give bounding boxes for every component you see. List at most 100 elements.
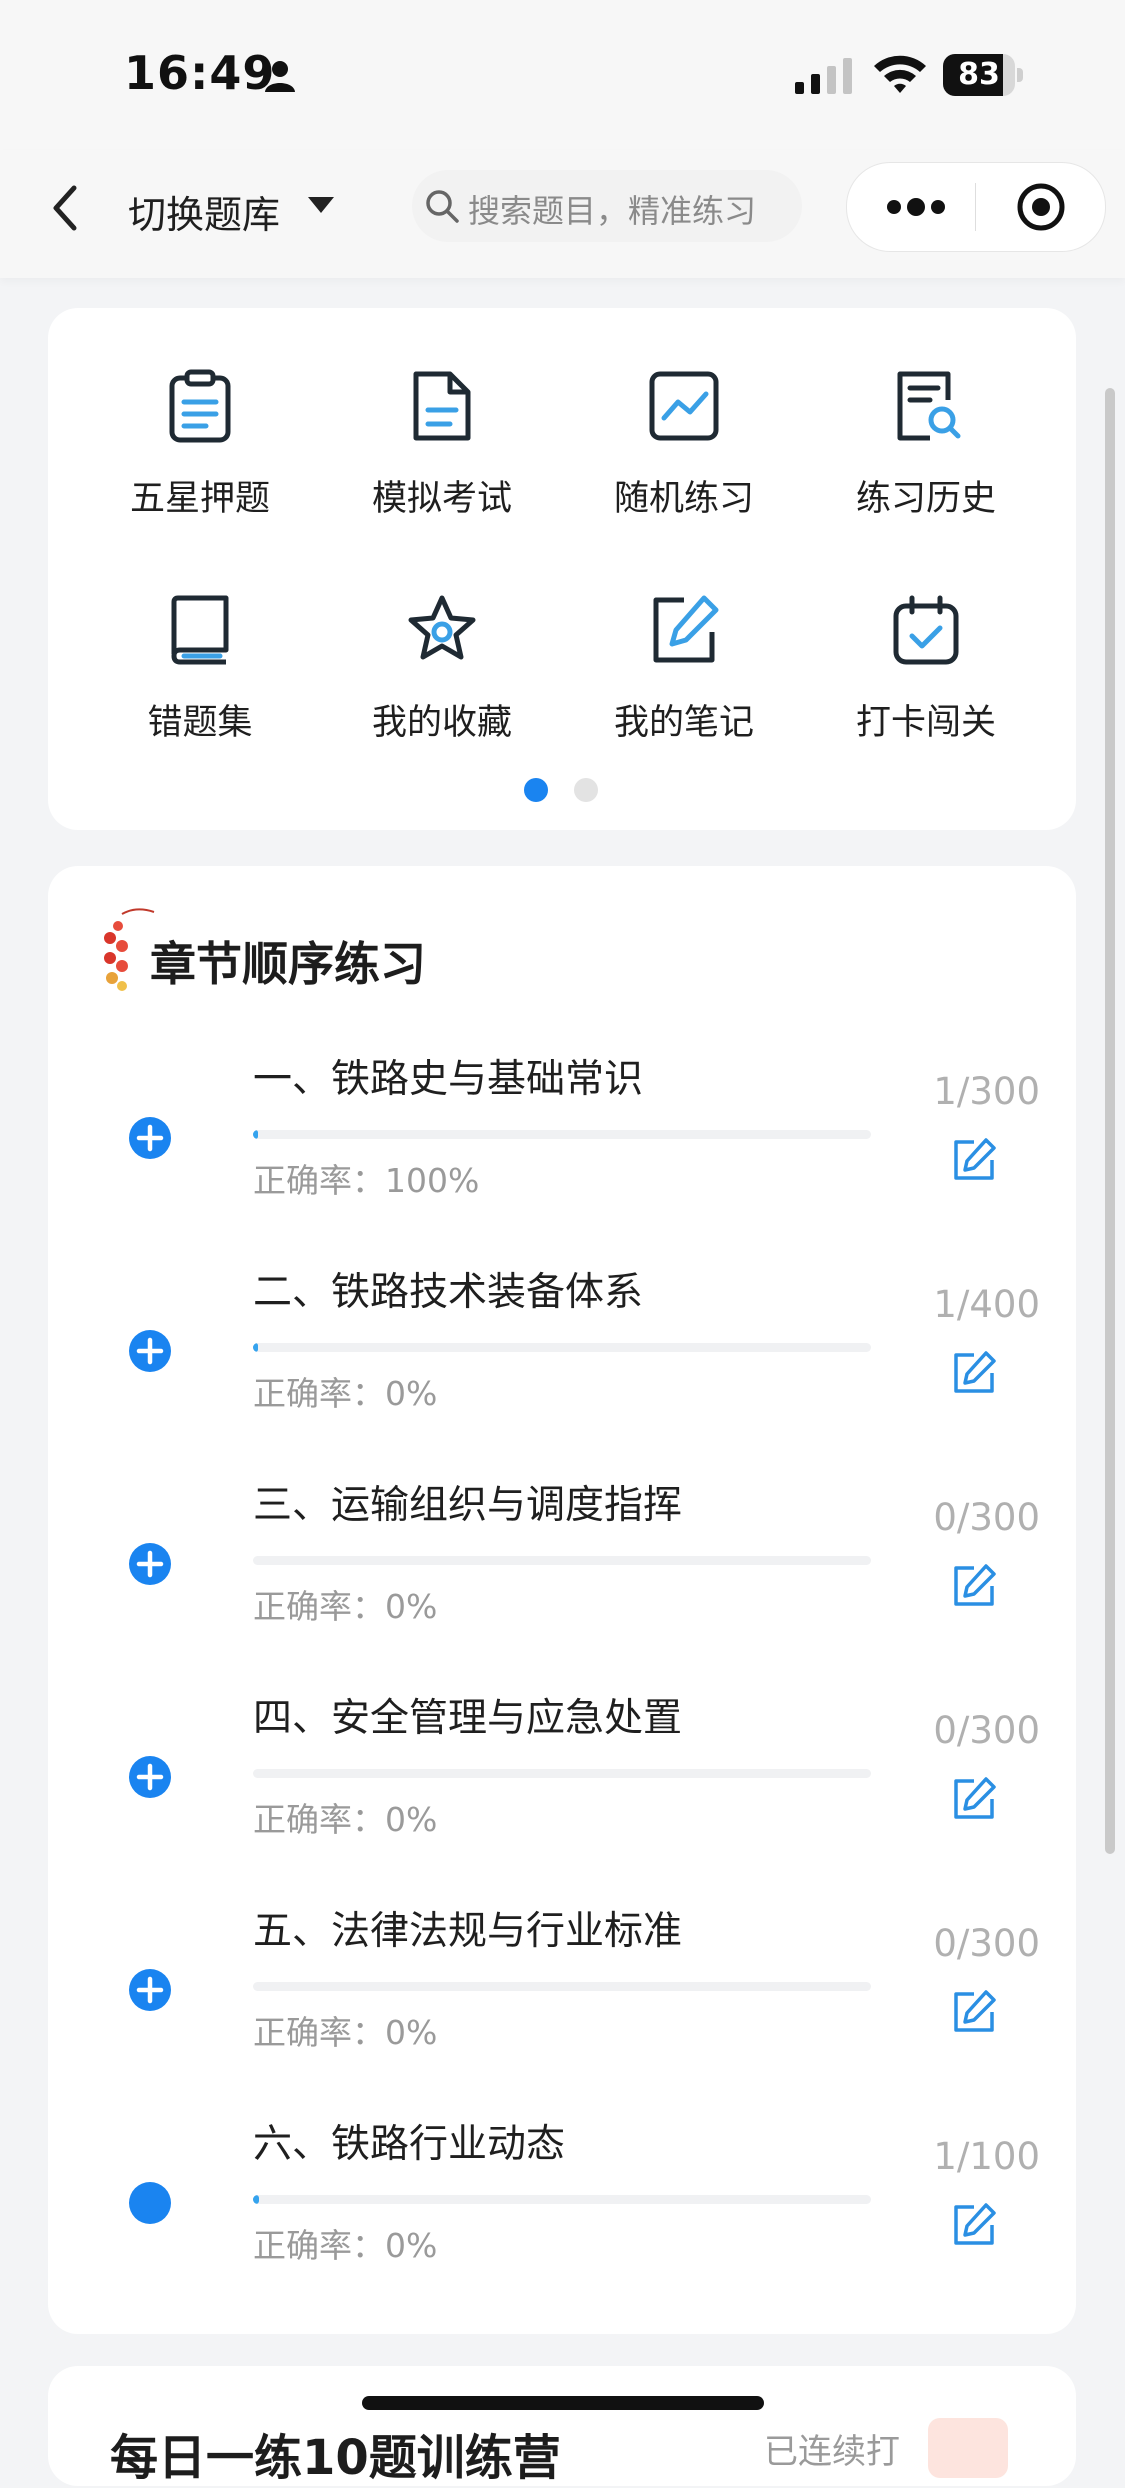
chapter-title: 五、法律法规与行业标准	[253, 1909, 683, 1954]
chapter-progress-bar	[253, 2195, 871, 2204]
signal-icon	[795, 58, 852, 94]
edit-icon[interactable]	[950, 1136, 998, 1184]
daily-practice-card[interactable]: 每日一练10题训练营 已连续打	[48, 2366, 1076, 2486]
chapter-row[interactable]: 五、法律法规与行业标准 正确率：0% 0/300	[48, 1898, 1076, 2098]
chapter-row[interactable]: 六、铁路行业动态 正确率：0% 1/100	[48, 2111, 1076, 2311]
chapter-title: 六、铁路行业动态	[253, 2122, 566, 2167]
chapter-title: 一、铁路史与基础常识	[253, 1057, 644, 1102]
dot-circle-icon[interactable]	[128, 2181, 172, 2225]
streak-badge	[928, 2418, 1008, 2478]
plus-circle-icon[interactable]	[128, 1755, 172, 1799]
close-miniprogram-icon[interactable]	[1015, 181, 1067, 233]
search-placeholder: 搜索题目，精准练习	[468, 192, 757, 230]
accuracy-label: 正确率：	[253, 2226, 385, 2265]
chevron-down-icon[interactable]	[306, 194, 336, 216]
edit-icon[interactable]	[950, 1988, 998, 2036]
chapter-count: 0/300	[933, 1922, 1040, 1965]
plus-circle-icon[interactable]	[128, 1968, 172, 2012]
accuracy-value: 0%	[385, 1800, 438, 1839]
tool-notes[interactable]: 我的笔记	[574, 590, 794, 770]
clipboard-icon	[169, 369, 231, 443]
page-dot[interactable]	[574, 778, 598, 802]
chapter-progress-bar	[253, 1556, 871, 1565]
tool-checkin[interactable]: 打卡闯关	[816, 590, 1036, 770]
status-time: 16:49	[124, 46, 276, 100]
page-dot-active[interactable]	[524, 778, 548, 802]
tool-label: 模拟考试	[371, 479, 512, 519]
tool-label: 我的收藏	[371, 703, 512, 743]
chapter-title: 四、安全管理与应急处置	[253, 1696, 683, 1741]
chapter-title: 三、运输组织与调度指挥	[253, 1483, 683, 1528]
scrollbar[interactable]	[1105, 388, 1115, 1854]
history-search-icon	[897, 371, 961, 441]
chapter-progress-bar	[253, 1982, 871, 1991]
switch-bank-button[interactable]: 切换题库	[128, 184, 280, 239]
accuracy-label: 正确率：	[253, 2013, 385, 2052]
star-icon	[408, 595, 476, 660]
daily-streak-label: 已连续打	[764, 2432, 900, 2472]
battery-level: 83	[958, 57, 1000, 92]
search-icon	[426, 190, 459, 223]
chapter-accuracy: 正确率：0%	[253, 1367, 437, 1415]
tool-random-practice[interactable]: 随机练习	[574, 366, 794, 546]
edit-icon[interactable]	[950, 1775, 998, 1823]
tool-mock-exam[interactable]: 模拟考试	[332, 366, 552, 546]
search-input[interactable]: 搜索题目，精准练习	[412, 170, 802, 242]
person-icon	[265, 61, 295, 92]
chapter-row[interactable]: 三、运输组织与调度指挥 正确率：0% 0/300	[48, 1472, 1076, 1672]
page-indicator	[524, 778, 614, 804]
chapter-progress-bar	[253, 1769, 871, 1778]
chapter-progress-bar	[253, 1343, 871, 1352]
document-icon	[413, 371, 471, 441]
edit-icon[interactable]	[950, 1349, 998, 1397]
daily-practice-title: 每日一练10题训练营	[110, 2430, 561, 2486]
chapter-progress-bar	[253, 1130, 871, 1139]
tool-favorites[interactable]: 我的收藏	[332, 590, 552, 770]
back-icon[interactable]	[46, 180, 86, 236]
accuracy-value: 0%	[385, 2226, 438, 2265]
accuracy-value: 0%	[385, 2013, 438, 2052]
tool-grid-card: 五星押题 模拟考试 随机练习 练习历史 错题集 我的收藏 我的笔记 打卡闯关	[48, 308, 1076, 830]
tool-five-star[interactable]: 五星押题	[90, 366, 310, 546]
chapter-accuracy: 正确率：0%	[253, 2006, 437, 2054]
chapter-row[interactable]: 二、铁路技术装备体系 正确率：0% 1/400	[48, 1259, 1076, 1459]
more-icon[interactable]	[885, 189, 947, 225]
wifi-icon	[874, 55, 926, 93]
firecracker-icon	[104, 908, 155, 991]
plus-circle-icon[interactable]	[128, 1542, 172, 1586]
status-bar: 16:49 83	[0, 0, 1125, 150]
edit-icon[interactable]	[950, 2201, 998, 2249]
tool-label: 错题集	[147, 703, 253, 743]
book-icon	[171, 595, 229, 665]
tool-wrong-questions[interactable]: 错题集	[90, 590, 310, 770]
home-indicator[interactable]	[362, 2396, 764, 2410]
accuracy-value: 0%	[385, 1374, 438, 1413]
chapter-title: 二、铁路技术装备体系	[253, 1270, 644, 1315]
accuracy-value: 100%	[385, 1161, 480, 1200]
battery-indicator: 83	[943, 54, 1027, 96]
plus-circle-icon[interactable]	[128, 1329, 172, 1373]
section-title: 章节顺序练习	[150, 937, 426, 991]
nav-bar: 切换题库 搜索题目，精准练习	[0, 150, 1125, 278]
chapter-count: 1/400	[933, 1283, 1040, 1326]
tool-label: 我的笔记	[613, 703, 754, 743]
chapter-practice-card: 章节顺序练习 一、铁路史与基础常识 正确率：100% 1/300 二、铁路技术装…	[48, 866, 1076, 2334]
tool-label: 随机练习	[613, 479, 754, 519]
chapter-row[interactable]: 四、安全管理与应急处置 正确率：0% 0/300	[48, 1685, 1076, 1885]
chapter-accuracy: 正确率：0%	[253, 1793, 437, 1841]
tool-label: 练习历史	[855, 479, 996, 519]
chapter-accuracy: 正确率：0%	[253, 1580, 437, 1628]
chapter-accuracy: 正确率：0%	[253, 2219, 437, 2267]
plus-circle-icon[interactable]	[128, 1116, 172, 1160]
edit-icon[interactable]	[950, 1562, 998, 1610]
tool-practice-history[interactable]: 练习历史	[816, 366, 1036, 546]
trend-chart-icon	[649, 371, 719, 441]
chapter-count: 1/300	[933, 1070, 1040, 1113]
chapter-row[interactable]: 一、铁路史与基础常识 正确率：100% 1/300	[48, 1046, 1076, 1246]
chapter-count: 0/300	[933, 1709, 1040, 1752]
accuracy-label: 正确率：	[253, 1800, 385, 1839]
tool-label: 五星押题	[129, 479, 270, 519]
accuracy-label: 正确率：	[253, 1374, 385, 1413]
chapter-accuracy: 正确率：100%	[253, 1154, 479, 1202]
accuracy-label: 正确率：	[253, 1587, 385, 1626]
